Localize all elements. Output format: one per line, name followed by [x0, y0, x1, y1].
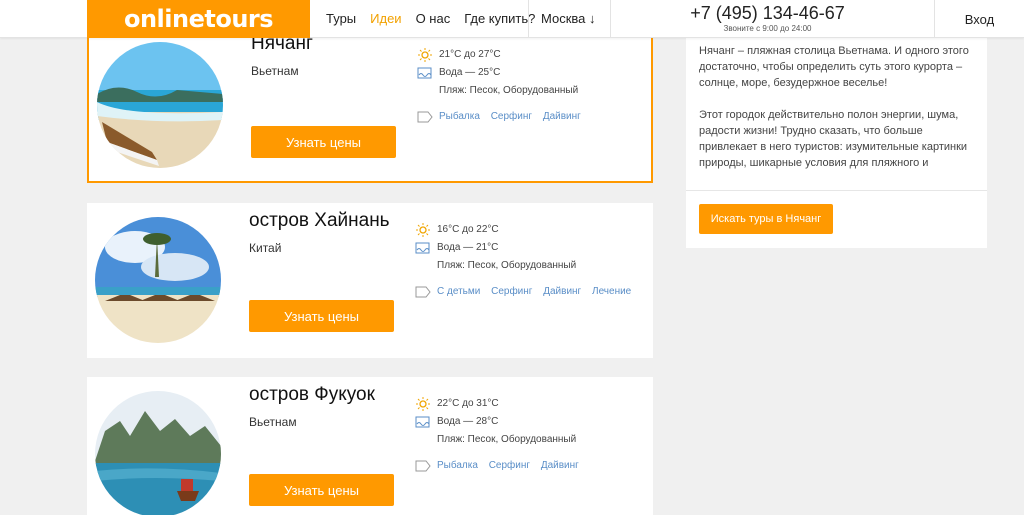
activity-tags: С детьми Серфинг Дайвинг Лечение [415, 285, 639, 299]
destination-photo[interactable] [95, 217, 221, 343]
water-row: Вода — 21°C [415, 241, 647, 259]
destination-country: Вьетнам [251, 64, 299, 78]
login-button[interactable]: Вход [935, 0, 1024, 38]
destination-info: 21°C до 27°C Вода — 25°C Пляж: Песок, Об… [417, 48, 649, 102]
temperature-text: 22°C до 31°C [437, 398, 499, 409]
temperature-row: 22°C до 31°C [415, 397, 647, 415]
beach-text: Пляж: Песок, Оборудованный [439, 85, 579, 96]
destination-card[interactable]: Нячанг Вьетнам Узнать цены 21°C до 27°C … [87, 28, 653, 183]
check-prices-button[interactable]: Узнать цены [249, 474, 394, 506]
wave-icon [417, 67, 432, 79]
call-hours: Звоните с 9:00 до 24:00 [723, 24, 812, 33]
temperature-text: 16°C до 22°C [437, 224, 499, 235]
tag-diving[interactable]: Дайвинг [543, 111, 581, 122]
city-selector[interactable]: Москва ↓ [541, 11, 596, 26]
sun-icon [416, 223, 430, 237]
destination-card[interactable]: остров Фукуок Вьетнам Узнать цены 22°C д… [87, 377, 653, 515]
header: onlinetours Туры Идеи О нас Где купить? … [0, 0, 1024, 38]
tag-icon [417, 111, 433, 123]
description-paragraph: Этот городок действительно полон энергии… [699, 109, 968, 169]
sun-icon [418, 48, 432, 62]
nav-item-ideas[interactable]: Идеи [370, 11, 401, 26]
nav-divider [610, 0, 611, 38]
water-text: Вода — 25°C [439, 67, 501, 78]
tag-icon [415, 460, 431, 472]
beach-text: Пляж: Песок, Оборудованный [437, 260, 577, 271]
temperature-row: 16°C до 22°C [415, 223, 647, 241]
destination-country: Китай [249, 241, 282, 255]
panel-divider [686, 190, 987, 191]
tag-treatment[interactable]: Лечение [592, 286, 631, 297]
logo[interactable]: onlinetours [87, 0, 310, 38]
main-nav: Туры Идеи О нас Где купить? [326, 11, 549, 26]
activity-tags: Рыбалка Серфинг Дайвинг [417, 110, 589, 124]
destination-info: 22°C до 31°C Вода — 28°C Пляж: Песок, Об… [415, 397, 647, 451]
beach-row: Пляж: Песок, Оборудованный [415, 433, 647, 451]
water-row: Вода — 28°C [415, 415, 647, 433]
destination-info: 16°C до 22°C Вода — 21°C Пляж: Песок, Об… [415, 223, 647, 277]
description-clip: Нячанг – пляжная столица Вьетнама. И одн… [686, 38, 987, 190]
destination-description-panel: Нячанг – пляжная столица Вьетнама. И одн… [686, 38, 987, 248]
tag-surfing[interactable]: Серфинг [491, 111, 532, 122]
temperature-text: 21°C до 27°C [439, 49, 501, 60]
water-row: Вода — 25°C [417, 66, 649, 84]
logo-text: onlinetours [123, 5, 274, 33]
search-tours-button[interactable]: Искать туры в Нячанг [699, 204, 833, 234]
destination-photo[interactable] [97, 42, 223, 168]
sun-icon [416, 397, 430, 411]
nav-item-about[interactable]: О нас [416, 11, 451, 26]
tag-fishing[interactable]: Рыбалка [439, 111, 480, 122]
tag-diving[interactable]: Дайвинг [543, 286, 581, 297]
nav-divider [528, 0, 529, 38]
check-prices-button[interactable]: Узнать цены [251, 126, 396, 158]
tag-icon [415, 286, 431, 298]
activity-tags: Рыбалка Серфинг Дайвинг [415, 459, 587, 473]
beach-row: Пляж: Песок, Оборудованный [417, 84, 649, 102]
nav-item-tours[interactable]: Туры [326, 11, 356, 26]
water-text: Вода — 21°C [437, 242, 499, 253]
destination-card[interactable]: остров Хайнань Китай Узнать цены 16°C до… [87, 203, 653, 358]
tag-with-kids[interactable]: С детьми [437, 286, 480, 297]
destination-name: остров Хайнань [249, 210, 390, 231]
description-paragraph: Нячанг – пляжная столица Вьетнама. И одн… [699, 45, 969, 89]
beach-text: Пляж: Песок, Оборудованный [437, 434, 577, 445]
water-text: Вода — 28°C [437, 416, 499, 427]
destination-name: остров Фукуок [249, 384, 375, 405]
wave-icon [415, 242, 430, 254]
tag-diving[interactable]: Дайвинг [541, 460, 579, 471]
tag-surfing[interactable]: Серфинг [489, 460, 530, 471]
phone-number[interactable]: +7 (495) 134-46-67 [660, 3, 875, 24]
destination-country: Вьетнам [249, 415, 297, 429]
destination-photo[interactable] [95, 391, 221, 515]
tag-surfing[interactable]: Серфинг [491, 286, 532, 297]
beach-row: Пляж: Песок, Оборудованный [415, 259, 647, 277]
wave-icon [415, 416, 430, 428]
description-text: Нячанг – пляжная столица Вьетнама. И одн… [699, 43, 981, 187]
check-prices-button[interactable]: Узнать цены [249, 300, 394, 332]
temperature-row: 21°C до 27°C [417, 48, 649, 66]
nav-item-where-to-buy[interactable]: Где купить? [464, 11, 535, 26]
tag-fishing[interactable]: Рыбалка [437, 460, 478, 471]
